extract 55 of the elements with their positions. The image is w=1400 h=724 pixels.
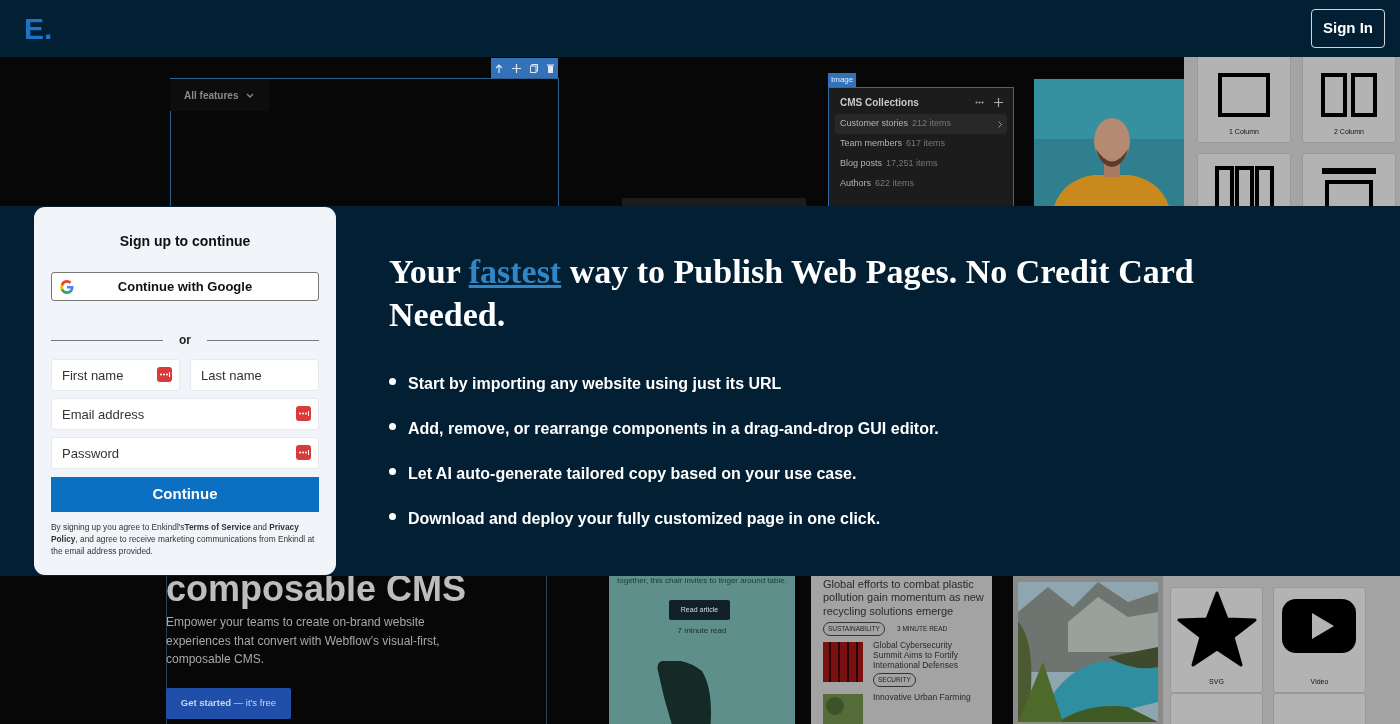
collection-item[interactable]: Team members 617 items (835, 134, 1007, 154)
image-tag: Image (828, 73, 857, 87)
input-field[interactable]: Email address (51, 398, 319, 430)
bullet-icon (389, 467, 396, 475)
item-count: 622 items (875, 177, 916, 191)
trash-icon (546, 63, 554, 73)
collection-name: Team members (840, 137, 902, 151)
chevron-down-icon (246, 92, 255, 98)
collection-item[interactable]: Authors 622 items (835, 174, 1007, 194)
bullet-text: Download and deploy your fully customized page in one click. (408, 509, 881, 530)
features-dropdown[interactable]: All features (170, 79, 270, 111)
news-title: Innovative Urban Farming (873, 692, 972, 703)
dropdown-label: All features (184, 88, 239, 103)
get-started-button[interactable]: Get started — it's free (166, 688, 291, 719)
plus-icon (994, 98, 1003, 107)
collection-name: Customer stories (840, 117, 909, 131)
item-count: 617 items (906, 137, 947, 151)
item-count: 212 items (912, 117, 953, 131)
move-icon (512, 63, 522, 73)
element-tile[interactable] (1273, 693, 1366, 724)
read-time: 7 minute read (676, 625, 728, 637)
collection-name: Authors (840, 177, 872, 191)
more-icon (975, 101, 984, 104)
bullet-text: Start by importing any website using just its URL (408, 374, 782, 395)
divider-label: or (179, 332, 191, 349)
bullet-icon (389, 422, 396, 430)
item-count: 17,251 items (886, 157, 939, 171)
panel-title: CMS Collections (840, 96, 920, 110)
bullet-text: Let AI auto-generate tailored copy based on your use case. (408, 464, 857, 485)
chevron-right-icon (998, 120, 1002, 128)
element-tile[interactable] (1170, 693, 1263, 724)
bullet-icon (389, 377, 396, 385)
google-button[interactable]: Continue with Google (51, 272, 319, 301)
form-title: Sign up to continue (118, 232, 252, 251)
fastest-link[interactable]: fastest (468, 253, 562, 290)
news-title: Global Cybersecurity Summit Aims to Fortify International Defenses (873, 640, 960, 671)
collection-item[interactable]: Blog posts 17,251 items (835, 154, 1007, 174)
bullet-text: Add, remove, or rearrange components in a drag-and-drop GUI editor. (408, 419, 939, 440)
hero-text: Empower your teams to create on-brand website experiences that convert with Webflow’s visual-first, composable CMS. (166, 614, 441, 669)
bullet-icon (389, 512, 396, 520)
copy-icon (529, 63, 538, 73)
article-text: together, this chair invites to linger around table. (617, 576, 787, 586)
collection-name: Blog posts (840, 157, 883, 171)
main-heading: Your fastest way to Publish Web Pages. No Credit Card Needed. (389, 252, 1195, 336)
continue-button[interactable]: Continue (51, 477, 319, 512)
arrow-up-icon (495, 63, 504, 73)
input-field[interactable]: Password (51, 437, 319, 469)
star-icon (1176, 590, 1257, 667)
input-field[interactable]: First name (51, 359, 180, 391)
sign-in-button[interactable]: Sign In (1311, 9, 1385, 48)
input-field[interactable]: Last name (190, 359, 319, 391)
google-logo-icon (60, 279, 74, 294)
news-headline: Global efforts to combat plastic pollution gain momentum as new recycling solutions emerge (823, 578, 985, 619)
legal-text: By signing up you agree to Enkindl'sTerms of Service and Privacy Policy, and agree to receive marketing communications from Enkindl at the email address provided. (51, 521, 316, 558)
collection-item[interactable]: Customer stories 212 items (835, 114, 1007, 134)
